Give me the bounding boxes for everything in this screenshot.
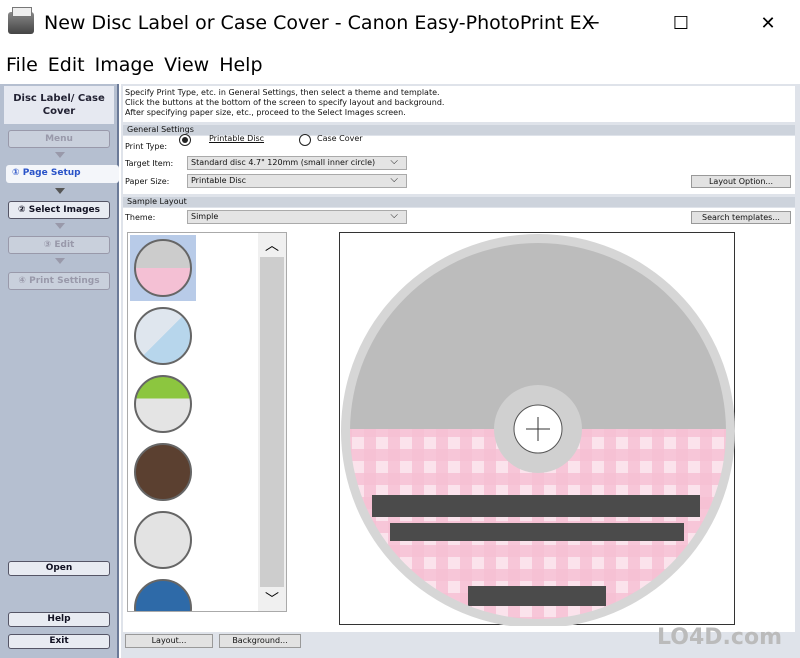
scroll-up-icon[interactable]: ︿: [258, 235, 286, 255]
paper-size-label: Paper Size:: [125, 177, 170, 186]
disc-preview[interactable]: [339, 232, 735, 628]
instruction-line: Specify Print Type, etc. in General Sett…: [125, 88, 440, 97]
template-list: ︿ ﹀: [127, 232, 287, 612]
menu-view[interactable]: View: [158, 50, 213, 82]
template-thumb[interactable]: [134, 579, 192, 611]
general-settings-panel: Print Type: Printable Disc Case Cover Ta…: [123, 134, 795, 194]
layout-option-button[interactable]: Layout Option...: [691, 175, 791, 188]
menu-help[interactable]: Help: [213, 50, 266, 82]
printable-disc-label[interactable]: Printable Disc: [209, 134, 264, 143]
minimize-button[interactable]: ─: [570, 0, 616, 46]
sidebar-heading: Disc Label/ Case Cover: [4, 86, 114, 124]
template-scrollbar[interactable]: ︿ ﹀: [258, 233, 286, 611]
open-button[interactable]: Open: [8, 561, 110, 576]
search-templates-button[interactable]: Search templates...: [691, 211, 791, 224]
scroll-thumb[interactable]: [260, 257, 284, 587]
template-thumb[interactable]: [134, 511, 192, 569]
instruction-line: Click the buttons at the bottom of the s…: [125, 98, 445, 107]
instruction-line: After specifying paper size, etc., proce…: [125, 108, 406, 117]
close-button[interactable]: ✕: [745, 0, 791, 46]
step-print-settings[interactable]: ④ Print Settings: [8, 272, 110, 290]
menu-bar: File Edit Image View Help: [0, 50, 267, 82]
text-bar: [390, 523, 684, 541]
instructions: Specify Print Type, etc. in General Sett…: [123, 86, 795, 122]
background-button[interactable]: Background...: [219, 634, 301, 648]
target-item-label: Target Item:: [125, 159, 174, 168]
arrow-down-icon: [55, 188, 65, 194]
main-panel: Specify Print Type, etc. in General Sett…: [121, 84, 800, 658]
sidebar: Disc Label/ Case Cover Menu ① Page Setup…: [0, 84, 119, 658]
case-cover-label[interactable]: Case Cover: [317, 134, 363, 143]
template-thumb[interactable]: [134, 443, 192, 501]
theme-label: Theme:: [125, 213, 156, 222]
print-type-label: Print Type:: [125, 142, 168, 151]
menu-edit[interactable]: Edit: [42, 50, 89, 82]
menu-file[interactable]: File: [0, 50, 42, 82]
app-icon: [8, 7, 34, 34]
theme-dropdown[interactable]: Simple: [187, 210, 407, 224]
step-edit[interactable]: ③ Edit: [8, 236, 110, 254]
template-thumb[interactable]: [134, 375, 192, 433]
disc-label-canvas: [341, 234, 735, 628]
maximize-button[interactable]: ☐: [658, 0, 704, 46]
paper-size-dropdown[interactable]: Printable Disc: [187, 174, 407, 188]
template-thumb[interactable]: [134, 239, 192, 297]
watermark: LO4D.com: [657, 625, 782, 650]
menu-button[interactable]: Menu: [8, 130, 110, 148]
help-button[interactable]: Help: [8, 612, 110, 627]
printable-disc-radio[interactable]: [179, 134, 191, 146]
step-page-setup[interactable]: ① Page Setup: [6, 165, 119, 183]
window-title: New Disc Label or Case Cover - Canon Eas…: [44, 12, 595, 34]
target-item-dropdown[interactable]: Standard disc 4.7" 120mm (small inner ci…: [187, 156, 407, 170]
title-bar: New Disc Label or Case Cover - Canon Eas…: [0, 0, 800, 46]
arrow-down-icon: [55, 152, 65, 158]
exit-button[interactable]: Exit: [8, 634, 110, 649]
menu-image[interactable]: Image: [89, 50, 159, 82]
sample-layout-header: Sample Layout: [123, 197, 795, 207]
case-cover-radio[interactable]: [299, 134, 311, 146]
text-bar: [468, 586, 606, 606]
arrow-down-icon: [55, 223, 65, 229]
layout-button[interactable]: Layout...: [125, 634, 213, 648]
step-select-images[interactable]: ② Select Images: [8, 201, 110, 219]
template-thumb[interactable]: [134, 307, 192, 365]
arrow-down-icon: [55, 258, 65, 264]
scroll-down-icon[interactable]: ﹀: [258, 589, 286, 609]
text-bar: [372, 495, 700, 517]
